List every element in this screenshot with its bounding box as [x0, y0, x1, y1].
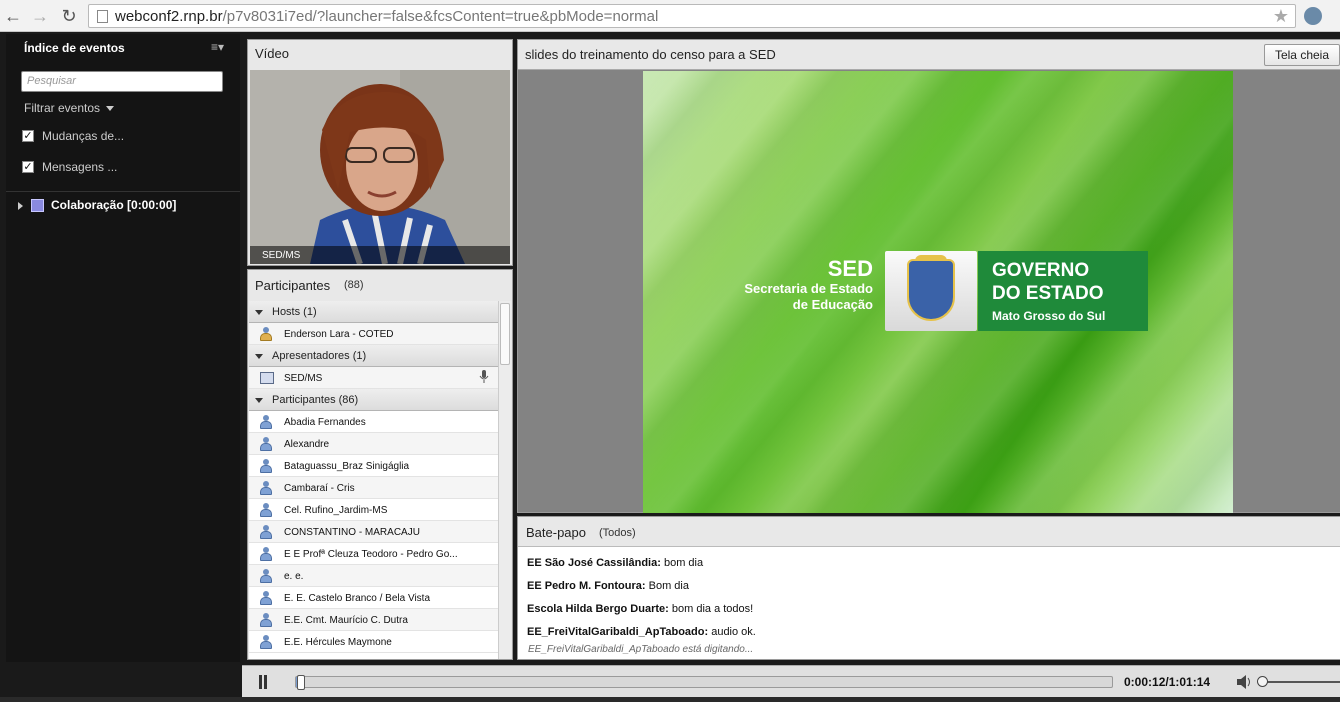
- browser-toolbar: ← → ↻ webconf2.rnp.br/p7v8031i7ed/?launc…: [0, 0, 1340, 32]
- seek-thumb[interactable]: [297, 675, 305, 690]
- list-item[interactable]: E. E. Castelo Branco / Bela Vista: [249, 587, 498, 609]
- user-icon: [260, 591, 272, 605]
- filter-events-dropdown[interactable]: Filtrar eventos: [24, 101, 115, 115]
- page-icon: [97, 10, 108, 23]
- list-item[interactable]: CONSTANTINO - MARACAJU: [249, 521, 498, 543]
- extension-icon[interactable]: [1304, 7, 1322, 25]
- tree-item-collaboration[interactable]: Colaboração [0:00:00]: [18, 198, 176, 213]
- panel-menu-icon[interactable]: ≡▾: [211, 40, 224, 54]
- collapse-triangle-icon[interactable]: [255, 397, 263, 403]
- participants-count: (88): [344, 279, 364, 291]
- participants-pod: Participantes (88) Hosts (1) Enderson La…: [247, 269, 513, 660]
- collaboration-icon: [31, 199, 44, 213]
- presentation-slide: SED Secretaria de Estado de Educação GOV…: [643, 71, 1233, 513]
- checkbox-changes-label: Mudanças de...: [42, 129, 125, 143]
- search-input[interactable]: Pesquisar: [21, 71, 223, 92]
- video-pod: Vídeo SED/MS: [247, 39, 513, 266]
- participants-title: Participantes: [255, 278, 331, 293]
- forward-arrow-icon[interactable]: →: [29, 5, 51, 27]
- host-user-icon: [260, 327, 272, 341]
- group-header-presenters[interactable]: Apresentadores (1): [249, 345, 498, 367]
- pause-icon[interactable]: [257, 675, 269, 689]
- list-item[interactable]: Abadia Fernandes: [249, 411, 498, 433]
- list-item[interactable]: E.E. Hércules Maymone: [249, 631, 498, 653]
- list-item[interactable]: Bataguassu_Braz Sinigáglia: [249, 455, 498, 477]
- list-item[interactable]: SED/MS: [249, 367, 498, 389]
- playback-time: 0:00:12/1:01:14: [1124, 675, 1211, 689]
- share-header: slides do treinamento do censo para a SE…: [518, 40, 1340, 70]
- chevron-down-icon: [106, 106, 115, 112]
- taskbar-strip: [0, 697, 1340, 702]
- video-feed-label: SED/MS: [250, 246, 510, 264]
- list-item[interactable]: E E Profª Cleuza Teodoro - Pedro Go...: [249, 543, 498, 565]
- user-icon: [260, 415, 272, 429]
- user-icon: [260, 547, 272, 561]
- government-banner: GOVERNO DO ESTADO Mato Grosso do Sul: [978, 251, 1148, 331]
- bookmark-star-icon[interactable]: ★: [1273, 6, 1289, 27]
- reload-icon[interactable]: ↻: [58, 5, 80, 27]
- video-feed: SED/MS: [250, 70, 510, 264]
- group-header-participants[interactable]: Participantes (86): [249, 389, 498, 411]
- list-item[interactable]: Cambaraí - Cris: [249, 477, 498, 499]
- participants-scrollbar[interactable]: [498, 301, 511, 659]
- user-icon: [260, 613, 272, 627]
- expand-triangle-icon[interactable]: [18, 201, 23, 210]
- chat-header: Bate-papo (Todos): [518, 517, 1340, 547]
- checkbox-messages[interactable]: ✓: [22, 161, 34, 173]
- microphone-icon: [479, 370, 489, 383]
- sed-logo-text: SED Secretaria de Estado de Educação: [744, 256, 873, 313]
- user-icon: [260, 525, 272, 539]
- typing-indicator: EE_FreiVitalGaribaldi_ApTaboado está dig…: [528, 644, 754, 655]
- user-icon: [260, 481, 272, 495]
- state-seal-icon: [885, 251, 977, 331]
- volume-track[interactable]: [1262, 681, 1340, 683]
- event-index-header: Índice de eventos ≡▾: [6, 34, 240, 61]
- group-header-hosts[interactable]: Hosts (1): [249, 301, 498, 323]
- checkbox-messages-label: Mensagens ...: [42, 160, 118, 174]
- participant-rows: Abadia Fernandes Alexandre Bataguassu_Br…: [249, 411, 498, 653]
- list-item[interactable]: Enderson Lara - COTED: [249, 323, 498, 345]
- user-icon: [260, 569, 272, 583]
- user-icon: [260, 503, 272, 517]
- chat-message: EE São José Cassilândia: bom dia: [527, 557, 704, 569]
- volume-thumb[interactable]: [1257, 676, 1268, 687]
- chat-message: Escola Hilda Bergo Duarte: bom dia a tod…: [527, 603, 754, 615]
- presenter-icon: [260, 372, 274, 384]
- playback-bar: 0:00:12/1:01:14: [242, 665, 1340, 697]
- list-item[interactable]: Alexandre: [249, 433, 498, 455]
- seek-bar[interactable]: [295, 675, 1113, 690]
- presenter-video-image: [250, 70, 510, 264]
- user-icon: [260, 459, 272, 473]
- user-icon: [260, 635, 272, 649]
- volume-icon[interactable]: [1236, 674, 1254, 690]
- collapse-triangle-icon[interactable]: [255, 309, 263, 315]
- participants-list: Hosts (1) Enderson Lara - COTED Apresent…: [249, 301, 498, 659]
- event-index-panel: Índice de eventos ≡▾ Pesquisar Filtrar e…: [6, 34, 240, 662]
- divider: [6, 191, 240, 192]
- list-item[interactable]: E.E. Cmt. Maurício C. Dutra: [249, 609, 498, 631]
- user-icon: [260, 437, 272, 451]
- scrollbar-thumb[interactable]: [500, 303, 510, 365]
- chat-pod: Bate-papo (Todos) EE São José Cassilândi…: [517, 516, 1340, 660]
- collapse-triangle-icon[interactable]: [255, 353, 263, 359]
- share-pod: slides do treinamento do censo para a SE…: [517, 39, 1340, 513]
- address-bar[interactable]: webconf2.rnp.br/p7v8031i7ed/?launcher=fa…: [88, 4, 1296, 28]
- list-item[interactable]: e. e.: [249, 565, 498, 587]
- list-item[interactable]: Cel. Rufino_Jardim-MS: [249, 499, 498, 521]
- back-arrow-icon[interactable]: ←: [2, 5, 24, 27]
- chat-message: EE_FreiVitalGaribaldi_ApTaboado: audio o…: [527, 626, 756, 638]
- checkbox-changes[interactable]: ✓: [22, 130, 34, 142]
- video-pod-title: Vídeo: [255, 46, 289, 61]
- participants-header: Participantes (88): [248, 270, 512, 300]
- chat-scope: (Todos): [599, 527, 636, 539]
- chat-title: Bate-papo: [526, 525, 586, 540]
- event-index-title: Índice de eventos: [24, 41, 125, 55]
- url-text: webconf2.rnp.br/p7v8031i7ed/?launcher=fa…: [115, 8, 659, 25]
- fullscreen-button[interactable]: Tela cheia: [1264, 44, 1340, 66]
- chat-message: EE Pedro M. Fontoura: Bom dia: [527, 580, 689, 592]
- share-title: slides do treinamento do censo para a SE…: [525, 47, 776, 62]
